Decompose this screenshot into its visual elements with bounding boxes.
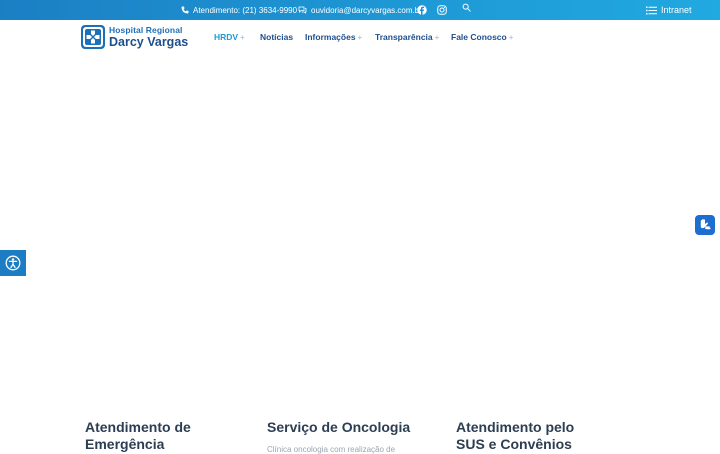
email-contact[interactable]: ouvidoria@darcyvargas.com.br — [298, 0, 422, 20]
nav-item-transparencia[interactable]: Transparência + — [375, 20, 439, 54]
logo-cross-icon — [81, 25, 105, 49]
service-card-oncologia-title[interactable]: Serviço de Oncologia — [267, 419, 410, 436]
plus-icon: + — [240, 32, 245, 42]
top-contact-bar: Atendimento: (21) 3634-9990 ouvidoria@da… — [0, 0, 720, 20]
facebook-icon — [417, 5, 427, 15]
logo-text: Hospital Regional Darcy Vargas — [109, 26, 188, 48]
service-title-line2: SUS e Convênios — [456, 436, 572, 452]
instagram-icon — [437, 5, 447, 15]
plus-icon: + — [434, 32, 440, 42]
service-card-sus-title[interactable]: Atendimento pelo SUS e Convênios — [456, 419, 574, 453]
hospital-logo[interactable]: Hospital Regional Darcy Vargas — [80, 24, 188, 50]
nav-item-fale-conosco[interactable]: Fale Conosco + — [451, 20, 513, 54]
instagram-link[interactable] — [437, 0, 447, 20]
list-icon — [646, 6, 657, 14]
intranet-label: Intranet — [661, 5, 692, 15]
service-title-line1: Atendimento de — [85, 419, 191, 435]
service-title-line2: Emergência — [85, 436, 165, 452]
nav-item-noticias[interactable]: Notícias — [260, 20, 293, 54]
nav-item-hrdv[interactable]: HRDV + — [214, 20, 245, 54]
nav-item-informacoes[interactable]: Informações + — [305, 20, 362, 54]
search-button[interactable] — [462, 0, 471, 17]
main-header: Hospital Regional Darcy Vargas HRDV + No… — [0, 20, 720, 54]
nav-label: Fale Conosco — [451, 32, 507, 42]
email-text: ouvidoria@darcyvargas.com.br — [311, 5, 422, 15]
facebook-link[interactable] — [417, 0, 427, 20]
service-title-line1: Serviço de Oncologia — [267, 419, 411, 435]
accessibility-icon — [5, 255, 21, 271]
intranet-link[interactable]: Intranet — [646, 0, 692, 20]
sign-language-button[interactable] — [695, 215, 715, 235]
logo-line2: Darcy Vargas — [109, 34, 189, 49]
nav-label: HRDV — [214, 32, 239, 42]
search-icon — [462, 3, 471, 12]
nav-label: Transparência — [375, 32, 433, 42]
nav-label: Informações — [305, 32, 356, 42]
plus-icon: + — [508, 32, 514, 42]
phone-text: Atendimento: (21) 3634-9990 — [193, 5, 298, 15]
logo-line1: Hospital Regional — [109, 25, 183, 35]
service-card-emergencia-title[interactable]: Atendimento de Emergência — [85, 419, 191, 453]
phone-contact[interactable]: Atendimento: (21) 3634-9990 — [181, 0, 297, 20]
service-title-line1: Atendimento pelo — [456, 419, 575, 435]
chat-icon — [298, 6, 307, 14]
plus-icon: + — [357, 32, 363, 42]
nav-label: Notícias — [260, 32, 294, 42]
sign-language-hand-icon — [700, 219, 711, 230]
phone-icon — [181, 6, 189, 14]
accessibility-button[interactable] — [0, 250, 26, 276]
